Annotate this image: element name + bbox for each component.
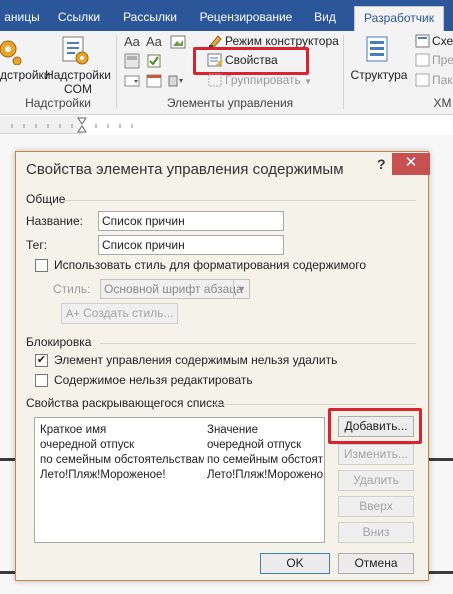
addins-group-label: Надстройки bbox=[25, 96, 91, 110]
close-button[interactable]: ✕ bbox=[392, 153, 430, 175]
section-divider bbox=[100, 343, 416, 344]
remove-button[interactable]: Удалить bbox=[338, 470, 414, 491]
tag-label: Тег: bbox=[26, 238, 48, 252]
dialog-title: Свойства элемента управления содержимым bbox=[26, 161, 344, 178]
tag-field[interactable]: Список причин bbox=[98, 235, 284, 255]
combo-box-control-icon[interactable] bbox=[124, 73, 140, 89]
expansion-packs-button[interactable]: Пак bbox=[432, 71, 453, 89]
use-style-label: Использовать стиль для форматирования со… bbox=[54, 258, 367, 272]
ribbon-tab-bar: аницы Ссылки Рассылки Рецензирование Вид… bbox=[0, 0, 453, 31]
column-header-display-name[interactable]: Краткое имя bbox=[40, 424, 106, 436]
move-down-button[interactable]: Вниз bbox=[338, 522, 414, 543]
cannot-delete-checkbox[interactable]: ✔ bbox=[35, 354, 48, 367]
checkmark-icon: ✔ bbox=[36, 354, 47, 366]
add-button-highlight-box bbox=[328, 408, 422, 444]
list-item-display[interactable]: по семейным обстоятельствам bbox=[40, 454, 204, 466]
new-style-button[interactable]: A+ Создать стиль... bbox=[61, 303, 178, 324]
dropdown-section-header: Свойства раскрывающегося списка bbox=[26, 396, 225, 410]
chevron-down-icon: ▼ bbox=[233, 280, 249, 298]
section-divider bbox=[212, 404, 416, 405]
list-item-display[interactable]: очередной отпуск bbox=[40, 439, 204, 451]
list-item-value[interactable]: Лето!Пляж!Мороженое! bbox=[207, 469, 323, 481]
cannot-edit-label: Содержимое нельзя редактировать bbox=[54, 373, 253, 387]
ribbon-panel: дстройки Надстройки COM Надстройки Aa Aa bbox=[0, 31, 453, 115]
com-addins-label-line1: Надстройки bbox=[45, 68, 111, 82]
structure-button[interactable]: Структура bbox=[349, 68, 409, 82]
use-style-checkbox[interactable] bbox=[35, 259, 48, 272]
list-item-value[interactable]: по семейным обстоятельствам bbox=[207, 454, 323, 466]
locking-section-header: Блокировка bbox=[26, 335, 92, 349]
cannot-delete-label: Элемент управления содержимым нельзя уда… bbox=[54, 353, 338, 367]
expansion-packs-icon bbox=[415, 73, 430, 87]
rich-text-control-icon[interactable]: Aa bbox=[124, 34, 140, 49]
building-block-icon[interactable] bbox=[124, 53, 140, 69]
picture-control-icon[interactable] bbox=[170, 34, 186, 50]
gear-icon bbox=[0, 40, 22, 65]
chevron-down-icon: ▼ bbox=[304, 77, 313, 86]
ruler-ticks bbox=[11, 116, 453, 134]
group-icon bbox=[208, 73, 222, 87]
ok-button[interactable]: OK bbox=[260, 553, 330, 574]
cancel-button[interactable]: Отмена bbox=[338, 553, 414, 574]
dropdown-items-list[interactable]: Краткое имя Значение очередной отпуск оч… bbox=[34, 417, 325, 543]
title-field[interactable]: Список причин bbox=[98, 211, 284, 231]
cannot-edit-checkbox[interactable] bbox=[35, 374, 48, 387]
list-item-value[interactable]: очередной отпуск bbox=[207, 439, 323, 451]
addins-button[interactable]: дстройки bbox=[0, 68, 51, 82]
transform-button[interactable]: Пре bbox=[432, 51, 453, 69]
schema-icon bbox=[415, 34, 430, 48]
help-button[interactable]: ? bbox=[377, 156, 386, 172]
checkbox-control-icon[interactable] bbox=[146, 53, 162, 69]
style-select[interactable]: Основной шрифт абзаца ▼ bbox=[100, 279, 250, 299]
tab-references[interactable]: Ссылки bbox=[52, 6, 106, 31]
legacy-tools-icon[interactable] bbox=[168, 73, 184, 89]
new-style-label: Создать стиль... bbox=[83, 306, 174, 320]
structure-icon bbox=[366, 36, 388, 62]
tab-mailings[interactable]: Рассылки bbox=[115, 6, 185, 31]
group-separator bbox=[343, 35, 344, 109]
com-addins-icon bbox=[62, 36, 89, 65]
content-control-properties-dialog: Свойства элемента управления содержимым … bbox=[15, 151, 430, 581]
horizontal-ruler[interactable] bbox=[0, 116, 453, 134]
list-item-display[interactable]: Лето!Пляж!Мороженое! bbox=[40, 469, 204, 481]
general-section-header: Общие bbox=[26, 192, 66, 206]
schema-button[interactable]: Схем bbox=[432, 32, 453, 50]
group-button-label: Группировать bbox=[225, 73, 301, 87]
title-label: Название: bbox=[26, 214, 83, 228]
transform-icon bbox=[415, 53, 430, 67]
group-button[interactable]: Группировать ▼ bbox=[225, 71, 312, 89]
plain-text-control-icon[interactable]: Aa bbox=[146, 34, 162, 49]
style-select-value: Основной шрифт абзаца bbox=[104, 282, 243, 296]
modify-button[interactable]: Изменить... bbox=[338, 444, 414, 465]
move-up-button[interactable]: Вверх bbox=[338, 496, 414, 517]
section-divider bbox=[64, 200, 416, 201]
com-addins-button[interactable]: Надстройки COM bbox=[44, 68, 112, 96]
column-header-value[interactable]: Значение bbox=[207, 424, 258, 436]
new-style-icon: A+ bbox=[66, 308, 80, 320]
xml-group-label: XM bbox=[433, 96, 452, 110]
tab-developer[interactable]: Разработчик bbox=[354, 6, 444, 31]
tab-view[interactable]: Вид bbox=[307, 6, 343, 31]
com-addins-label-line2: COM bbox=[64, 82, 92, 96]
controls-group-label: Элементы управления bbox=[166, 96, 294, 110]
tab-page-layout[interactable]: аницы bbox=[0, 6, 44, 31]
date-picker-control-icon[interactable] bbox=[146, 73, 162, 89]
style-label: Стиль: bbox=[53, 282, 91, 296]
tab-review[interactable]: Рецензирование bbox=[192, 6, 300, 31]
